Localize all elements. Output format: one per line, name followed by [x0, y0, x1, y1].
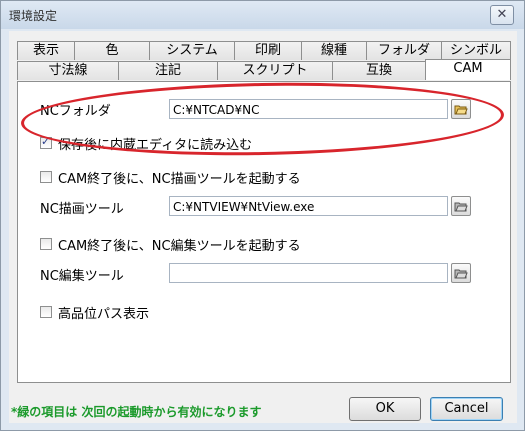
- close-icon: ✕: [496, 7, 508, 22]
- edit-tool-label: NC編集ツール: [40, 269, 124, 284]
- draw-tool-browse-button[interactable]: [451, 196, 471, 216]
- folder-open-icon: [454, 105, 468, 115]
- save-embed-checkbox[interactable]: [40, 135, 52, 149]
- dialog-content: 表示 色 システム 印刷 線種 フォルダ シンボル 寸法線 注記 スクリプト 互…: [9, 31, 517, 423]
- tab-row-top: 表示 色 システム 印刷 線種 フォルダ シンボル: [17, 41, 511, 60]
- window-title: 環境設定: [9, 9, 58, 23]
- draw-tool-field[interactable]: C:¥NTVIEW¥NtView.exe: [169, 196, 448, 216]
- edit-tool-field[interactable]: [169, 263, 448, 283]
- restart-note: *緑の項目は 次回の起動時から有効になります: [11, 405, 262, 419]
- ok-button[interactable]: OK: [349, 397, 421, 421]
- folder-open-icon: [454, 269, 468, 279]
- cancel-button[interactable]: Cancel: [430, 397, 503, 421]
- tab-annotation[interactable]: 注記: [118, 61, 218, 80]
- save-embed-label: 保存後に内蔵エディタに読み込む: [58, 138, 253, 153]
- close-button[interactable]: ✕: [490, 5, 514, 25]
- folder-open-icon: [454, 202, 468, 212]
- tab-row-bottom: 寸法線 注記 スクリプト 互換 CAM: [17, 59, 511, 80]
- tab-display[interactable]: 表示: [17, 41, 75, 60]
- launch-draw-checkbox[interactable]: [40, 171, 52, 183]
- edit-tool-browse-button[interactable]: [451, 263, 471, 283]
- tab-print[interactable]: 印刷: [234, 41, 302, 60]
- tab-compat[interactable]: 互換: [332, 61, 426, 80]
- tab-linetype[interactable]: 線種: [301, 41, 367, 60]
- hq-path-checkbox[interactable]: [40, 306, 52, 318]
- tab-script[interactable]: スクリプト: [217, 61, 333, 80]
- tab-cam[interactable]: CAM: [425, 59, 511, 80]
- tab-symbol[interactable]: シンボル: [441, 41, 511, 60]
- launch-edit-checkbox[interactable]: [40, 238, 52, 250]
- nc-folder-label: NCフォルダ: [40, 104, 111, 119]
- title-bar: 環境設定 ✕: [1, 1, 524, 29]
- tab-folder[interactable]: フォルダ: [366, 41, 442, 60]
- launch-draw-label: CAM終了後に、NC描画ツールを起動する: [58, 172, 301, 187]
- tab-color[interactable]: 色: [74, 41, 150, 60]
- draw-tool-label: NC描画ツール: [40, 202, 124, 217]
- hq-path-label: 高品位パス表示: [58, 307, 150, 322]
- launch-edit-label: CAM終了後に、NC編集ツールを起動する: [58, 239, 301, 254]
- tab-system[interactable]: システム: [149, 41, 235, 60]
- cam-panel: NCフォルダ C:¥NTCAD¥NC 保存後に内蔵エディタに読み込む CAM終了…: [17, 81, 511, 383]
- settings-dialog: 環境設定 ✕ 表示 色 システム 印刷 線種 フォルダ シンボル 寸法線 注記 …: [0, 0, 525, 431]
- nc-folder-browse-button[interactable]: [451, 99, 471, 119]
- tab-dimension[interactable]: 寸法線: [17, 61, 119, 80]
- nc-folder-field[interactable]: C:¥NTCAD¥NC: [169, 99, 448, 119]
